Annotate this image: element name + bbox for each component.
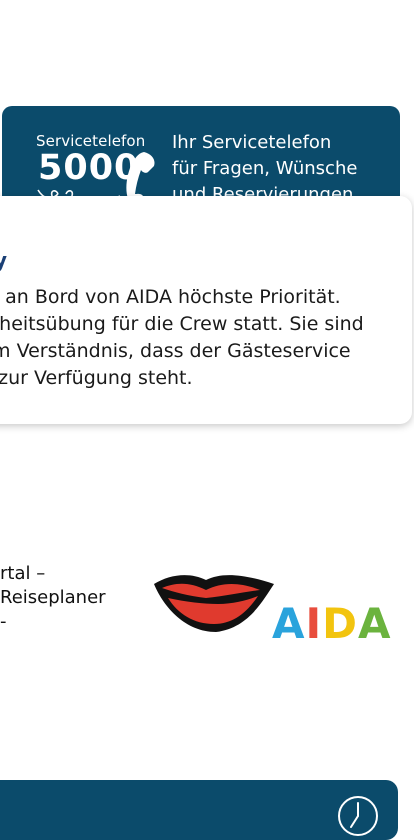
portal-line-1: rtal –	[0, 563, 46, 584]
service-text-line-1: Ihr Servicetelefon	[172, 132, 332, 153]
clock-icon[interactable]	[336, 794, 380, 838]
aida-lips-icon	[154, 575, 274, 632]
portal-line-2: Reiseplaner	[0, 587, 106, 608]
aida-logo: AIDA	[152, 570, 404, 650]
portal-link-text[interactable]: rtal – Reiseplaner -	[0, 562, 106, 634]
aida-letter-d: D	[322, 599, 359, 648]
notice-line-4: g zur Verfügung steht.	[0, 367, 193, 389]
aida-letter-a2: A	[358, 599, 392, 648]
notice-line-2: erheitsübung für die Crew statt. Sie sin…	[0, 313, 364, 335]
bottom-info-bar[interactable]	[0, 780, 398, 840]
portal-line-3: -	[0, 611, 7, 632]
safety-notice-card: y at an Bord von AIDA höchste Priorität.…	[0, 196, 412, 424]
aida-letter-i: I	[305, 599, 323, 648]
aida-wordmark: AIDA	[272, 600, 392, 648]
notice-title: y	[0, 248, 8, 272]
notice-line-1: at an Bord von AIDA höchste Priorität.	[0, 286, 341, 308]
notice-line-3: um Verständnis, dass der Gästeservice	[0, 340, 351, 362]
aida-letter-a1: A	[272, 599, 306, 648]
notice-body: at an Bord von AIDA höchste Priorität. e…	[0, 284, 388, 392]
service-text-line-2: für Fragen, Wünsche	[172, 158, 358, 179]
